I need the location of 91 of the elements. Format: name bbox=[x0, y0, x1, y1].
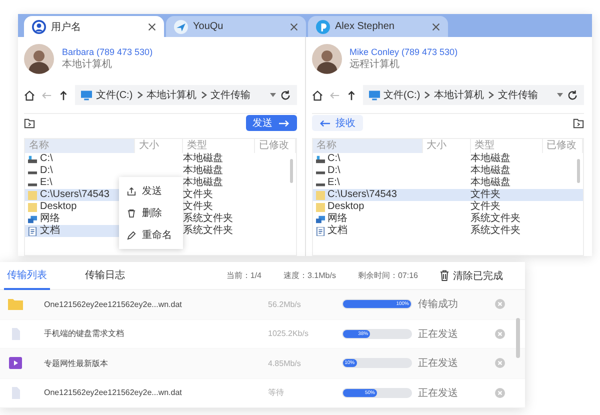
computer-label: 远程计算机 bbox=[350, 58, 400, 71]
file-type: 本地磁盘 bbox=[470, 177, 512, 188]
file-type: 系统文件夹 bbox=[183, 225, 234, 237]
user-name: Barbara (789 473 530) bbox=[62, 47, 153, 57]
document-icon bbox=[316, 226, 324, 236]
file-type: 系统文件夹 bbox=[470, 225, 522, 237]
avatar bbox=[312, 44, 342, 74]
tab[interactable]: YouQu bbox=[166, 16, 306, 37]
transfer-status: 正在发送 bbox=[418, 357, 459, 370]
file-name[interactable]: D:\ bbox=[25, 165, 135, 177]
tab[interactable]: 用户名 bbox=[24, 16, 164, 37]
chevron-icon bbox=[488, 91, 494, 99]
file-name[interactable]: Desktop bbox=[312, 201, 422, 213]
file-type: 文件夹 bbox=[470, 201, 502, 212]
transfer-status: 正在发送 bbox=[418, 386, 459, 400]
file-type: 文件夹 bbox=[183, 201, 214, 212]
refresh-icon[interactable] bbox=[280, 90, 290, 100]
transfer-status: 传输成功 bbox=[418, 298, 459, 312]
document-icon bbox=[28, 226, 37, 236]
arrow-icon bbox=[278, 118, 290, 128]
time-remaining: 剩余时间：07:16 bbox=[358, 270, 418, 281]
folder-icon[interactable] bbox=[24, 118, 35, 128]
share-icon bbox=[127, 186, 136, 196]
drive-icon bbox=[316, 154, 324, 164]
file-type: 本地磁盘 bbox=[183, 165, 224, 176]
folder-icon[interactable] bbox=[573, 118, 584, 128]
file-type: 本地磁盘 bbox=[183, 153, 224, 164]
progress-count: 当前：1/4 bbox=[226, 270, 262, 281]
file-name: One121562ey2ee121562ey2e...wn.dat bbox=[44, 388, 183, 398]
tab[interactable]: Alex Stephen bbox=[308, 16, 448, 37]
file-type: 系统文件夹 bbox=[470, 213, 522, 224]
clear-completed-button[interactable]: 清除已完成 bbox=[440, 268, 503, 282]
chevron-icon bbox=[200, 91, 207, 99]
refresh-icon[interactable] bbox=[567, 90, 578, 100]
file-name[interactable]: 文档 bbox=[312, 225, 422, 237]
file-type: 本地磁盘 bbox=[470, 153, 512, 164]
transfer-rate: 4.85Mb/s bbox=[268, 358, 302, 368]
file-name[interactable]: D:\ bbox=[312, 165, 422, 177]
network-icon bbox=[28, 214, 37, 224]
user-name: Mike Conley (789 473 530) bbox=[350, 47, 458, 57]
chevron-icon bbox=[424, 91, 430, 99]
file-name: One121562ey2ee121562ey2e...wn.dat bbox=[44, 300, 183, 309]
close-icon[interactable] bbox=[148, 22, 156, 30]
network-icon bbox=[316, 214, 324, 224]
user-icon bbox=[32, 20, 46, 34]
transfer-rate: 等待 bbox=[268, 387, 285, 398]
speed-label: 速度：3.1Mb/s bbox=[284, 270, 336, 281]
file-name[interactable]: 网络 bbox=[312, 213, 422, 225]
close-icon[interactable] bbox=[432, 22, 440, 30]
video-file-icon bbox=[8, 357, 23, 370]
address-bar[interactable]: 文件(C:) 本地计算机 文件传输 bbox=[75, 85, 296, 105]
transfer-status: 正在发送 bbox=[418, 328, 459, 341]
transfer-rate: 1025.2Kb/s bbox=[268, 329, 310, 338]
home-icon[interactable] bbox=[312, 90, 322, 100]
transfer-rate: 56.2Mb/s bbox=[268, 300, 302, 309]
chevron-icon bbox=[136, 91, 143, 99]
trash-icon bbox=[127, 208, 136, 218]
avatar bbox=[24, 44, 54, 74]
dropdown-icon[interactable] bbox=[557, 91, 563, 99]
scrollbar[interactable] bbox=[577, 159, 580, 183]
dropdown-icon[interactable] bbox=[270, 91, 276, 99]
paper-plane-icon bbox=[174, 20, 188, 34]
file-name[interactable]: E:\ bbox=[312, 177, 422, 189]
file-type: 文件夹 bbox=[183, 189, 214, 200]
file-name: 专题网性最新版本 bbox=[44, 358, 109, 369]
send-button[interactable]: 发送 bbox=[246, 115, 296, 131]
pencil-icon bbox=[127, 230, 136, 240]
file-name[interactable]: C:\ bbox=[312, 153, 422, 165]
file-name: 手机端的键盘需求文档 bbox=[44, 328, 125, 340]
monitor-icon bbox=[368, 90, 380, 100]
close-icon[interactable] bbox=[290, 22, 298, 30]
scrollbar[interactable] bbox=[290, 159, 292, 183]
drive-icon bbox=[28, 154, 37, 164]
folder-icon bbox=[8, 298, 23, 310]
computer-label: 本地计算机 bbox=[62, 58, 113, 71]
home-icon[interactable] bbox=[24, 90, 35, 100]
receive-button[interactable]: 接收 bbox=[312, 115, 362, 131]
tab[interactable]: 传输日志 bbox=[82, 262, 128, 290]
file-type: 系统文件夹 bbox=[183, 213, 234, 224]
app-logo-icon bbox=[316, 20, 330, 34]
address-bar[interactable]: 文件(C:) 本地计算机 文件传输 bbox=[362, 85, 584, 105]
file-name[interactable]: C:\ bbox=[25, 153, 135, 165]
file-type: 本地磁盘 bbox=[183, 177, 224, 188]
file-type: 文件夹 bbox=[470, 189, 502, 200]
monitor-icon bbox=[81, 90, 92, 100]
arrow-icon bbox=[318, 118, 330, 128]
up-arrow-icon[interactable] bbox=[346, 90, 356, 100]
file-type: 本地磁盘 bbox=[470, 165, 512, 176]
up-arrow-icon[interactable] bbox=[58, 90, 69, 100]
scrollbar[interactable] bbox=[516, 318, 520, 358]
trash-icon bbox=[440, 270, 449, 281]
